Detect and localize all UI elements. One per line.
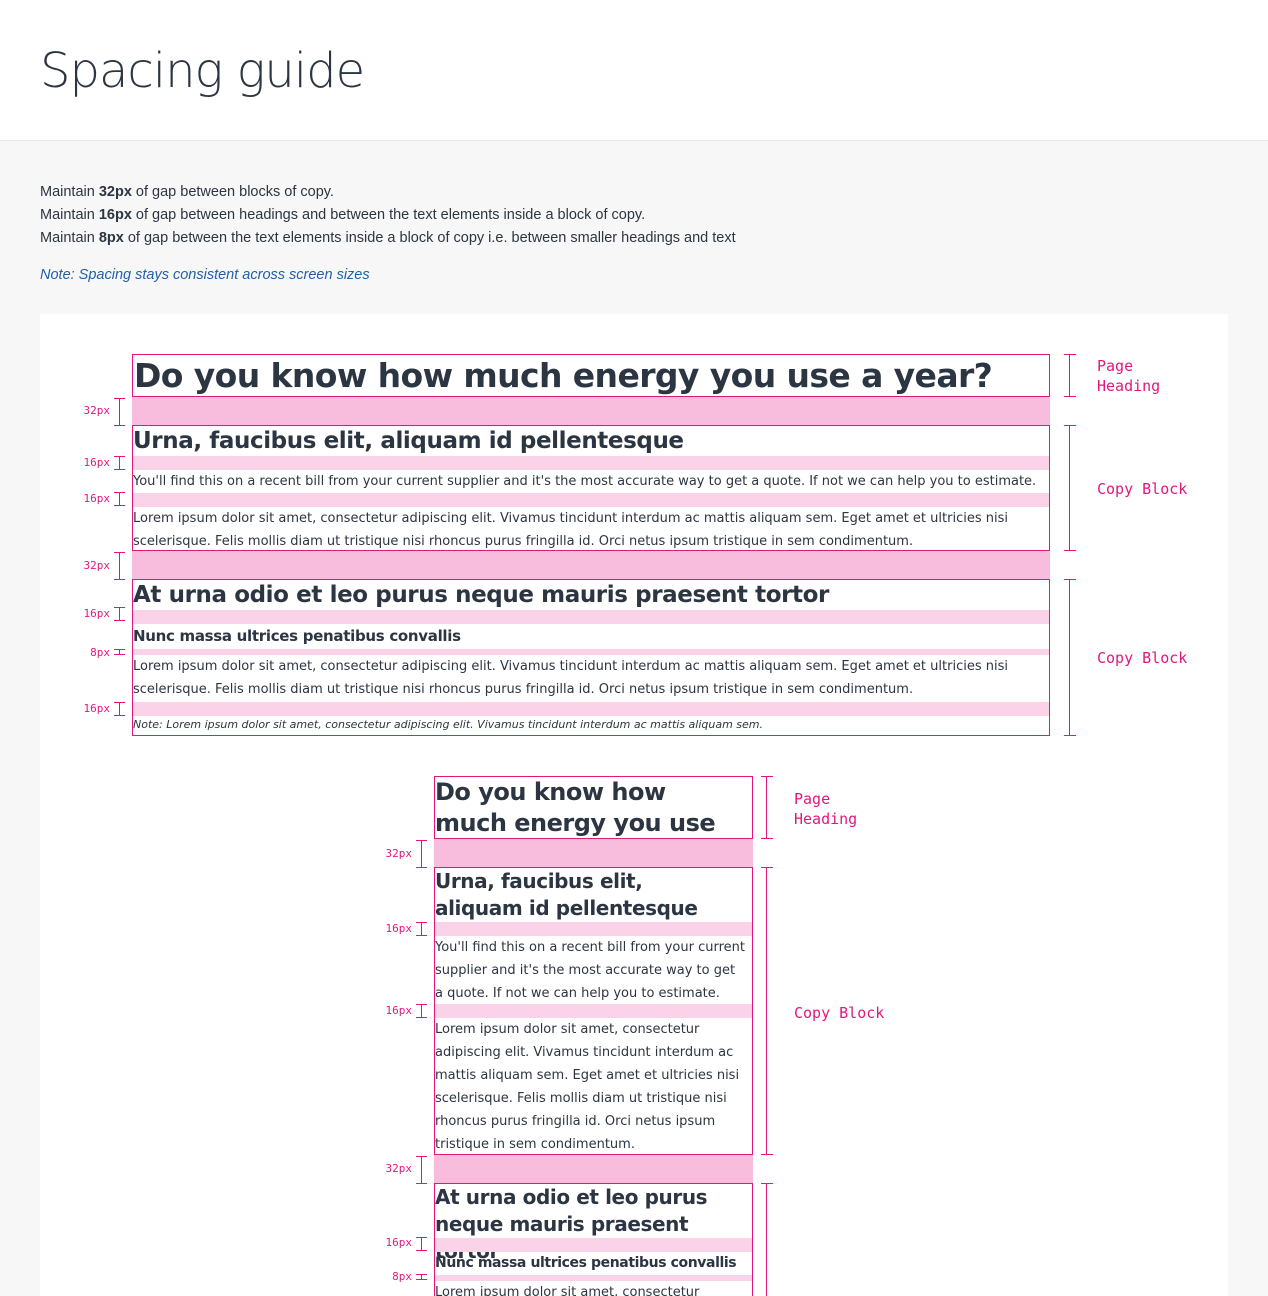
measure-label-16: 16px <box>385 1236 413 1249</box>
intro-note: Note: Spacing stays consistent across sc… <box>40 267 370 283</box>
mobile-block1-body2: Lorem ipsum dolor sit amet, consectetur … <box>435 1022 740 1152</box>
measure-label-32: 32px <box>83 559 111 572</box>
desktop-block1-body1: You'll find this on a recent bill from y… <box>133 474 1037 489</box>
measure-label-16: 16px <box>83 492 111 505</box>
label-copy-block: Copy Block <box>1097 649 1188 667</box>
mobile-block2-body: Lorem ipsum dolor sit amet, consectetur <box>435 1285 700 1296</box>
measure-mark-8 <box>114 649 126 655</box>
measure-label-16: 16px <box>83 607 111 620</box>
header-bar: Spacing guide <box>0 0 1268 141</box>
mobile-gap-32 <box>434 839 753 867</box>
bracket-page-heading <box>1064 354 1076 397</box>
measure-mark-16 <box>416 1004 428 1018</box>
bracket-copy-block <box>761 1183 773 1296</box>
desktop-block2-body: Lorem ipsum dolor sit amet, consectetur … <box>133 659 1008 697</box>
desktop-copy-block-1: Urna, faucibus elit, aliquam id pellente… <box>132 425 1050 551</box>
label-copy-block: Copy Block <box>794 1004 885 1022</box>
intro-line-1: Maintain 32px of gap between blocks of c… <box>40 184 334 200</box>
desktop-copy-block-2: At urna odio et leo purus neque mauris p… <box>132 579 1050 736</box>
measure-mark-16 <box>114 607 126 621</box>
measure-mark-16 <box>114 492 126 506</box>
mobile-block1-heading: Urna, faucibus elit, aliquam id pellente… <box>435 869 698 920</box>
label-page-heading: Page Heading <box>794 790 858 828</box>
measure-label-32: 32px <box>385 847 413 860</box>
intro-text: Maintain 32px of gap between blocks of c… <box>40 181 736 250</box>
measure-mark-32 <box>114 552 126 580</box>
desktop-block2-subheading: Nunc massa ultrices penatibus convallis <box>133 627 461 645</box>
mobile-gap-32 <box>434 1155 753 1183</box>
mobile-gap-16 <box>435 1238 752 1252</box>
measure-mark-32 <box>114 398 126 426</box>
desktop-gap-32 <box>132 397 1050 425</box>
mobile-page-heading-box: Do you know how much energy you use a ye… <box>434 776 753 868</box>
measure-mark-16 <box>416 1237 428 1251</box>
mobile-block1-body1: You'll find this on a recent bill from y… <box>435 940 745 1001</box>
measure-label-16: 16px <box>83 456 111 469</box>
desktop-gap-16 <box>133 456 1049 470</box>
spacing-diagram: Do you know how much energy you use a ye… <box>40 314 1228 1296</box>
mobile-gap-16 <box>435 922 752 936</box>
mobile-block2-subheading: Nunc massa ultrices penatibus convallis <box>435 1255 737 1271</box>
bracket-copy-block <box>761 867 773 1155</box>
measure-label-16: 16px <box>385 922 413 935</box>
desktop-gap-16 <box>133 610 1049 624</box>
measure-mark-32 <box>416 840 428 868</box>
measure-label-32: 32px <box>83 404 111 417</box>
measure-mark-16 <box>416 922 428 936</box>
mobile-gap-16 <box>435 1004 752 1018</box>
measure-mark-32 <box>416 1156 428 1184</box>
bracket-copy-block <box>1064 425 1076 551</box>
desktop-page-heading: Do you know how much energy you use a ye… <box>134 356 993 395</box>
bracket-page-heading <box>761 776 773 839</box>
measure-label-8: 8px <box>90 646 110 659</box>
measure-label-16: 16px <box>83 702 111 715</box>
desktop-page-heading-box: Do you know how much energy you use a ye… <box>132 354 1050 397</box>
measure-mark-16 <box>114 456 126 470</box>
desktop-block1-heading: Urna, faucibus elit, aliquam id pellente… <box>133 428 684 454</box>
page-title: Spacing guide <box>40 43 365 99</box>
measure-label-8: 8px <box>392 1270 412 1283</box>
desktop-block2-note: Note: Lorem ipsum dolor sit amet, consec… <box>133 718 764 731</box>
desktop-gap-32 <box>132 551 1050 579</box>
measure-label-16: 16px <box>385 1004 413 1017</box>
measure-mark-16 <box>114 702 126 716</box>
measure-label-32: 32px <box>385 1162 413 1175</box>
mobile-copy-block-2: At urna odio et leo purus neque mauris p… <box>434 1183 753 1296</box>
mobile-copy-block-1: Urna, faucibus elit, aliquam id pellente… <box>434 867 753 1155</box>
bracket-copy-block <box>1064 579 1076 736</box>
intro-line-2: Maintain 16px of gap between headings an… <box>40 207 646 223</box>
desktop-block1-body2: Lorem ipsum dolor sit amet, consectetur … <box>133 511 1008 549</box>
label-page-heading: Page Heading <box>1097 357 1161 395</box>
desktop-gap-16 <box>133 702 1049 716</box>
label-copy-block: Copy Block <box>1097 480 1188 498</box>
intro-line-3: Maintain 8px of gap between the text ele… <box>40 230 736 246</box>
desktop-block2-heading: At urna odio et leo purus neque mauris p… <box>133 582 829 608</box>
measure-mark-8 <box>416 1274 428 1280</box>
desktop-gap-16 <box>133 493 1049 507</box>
